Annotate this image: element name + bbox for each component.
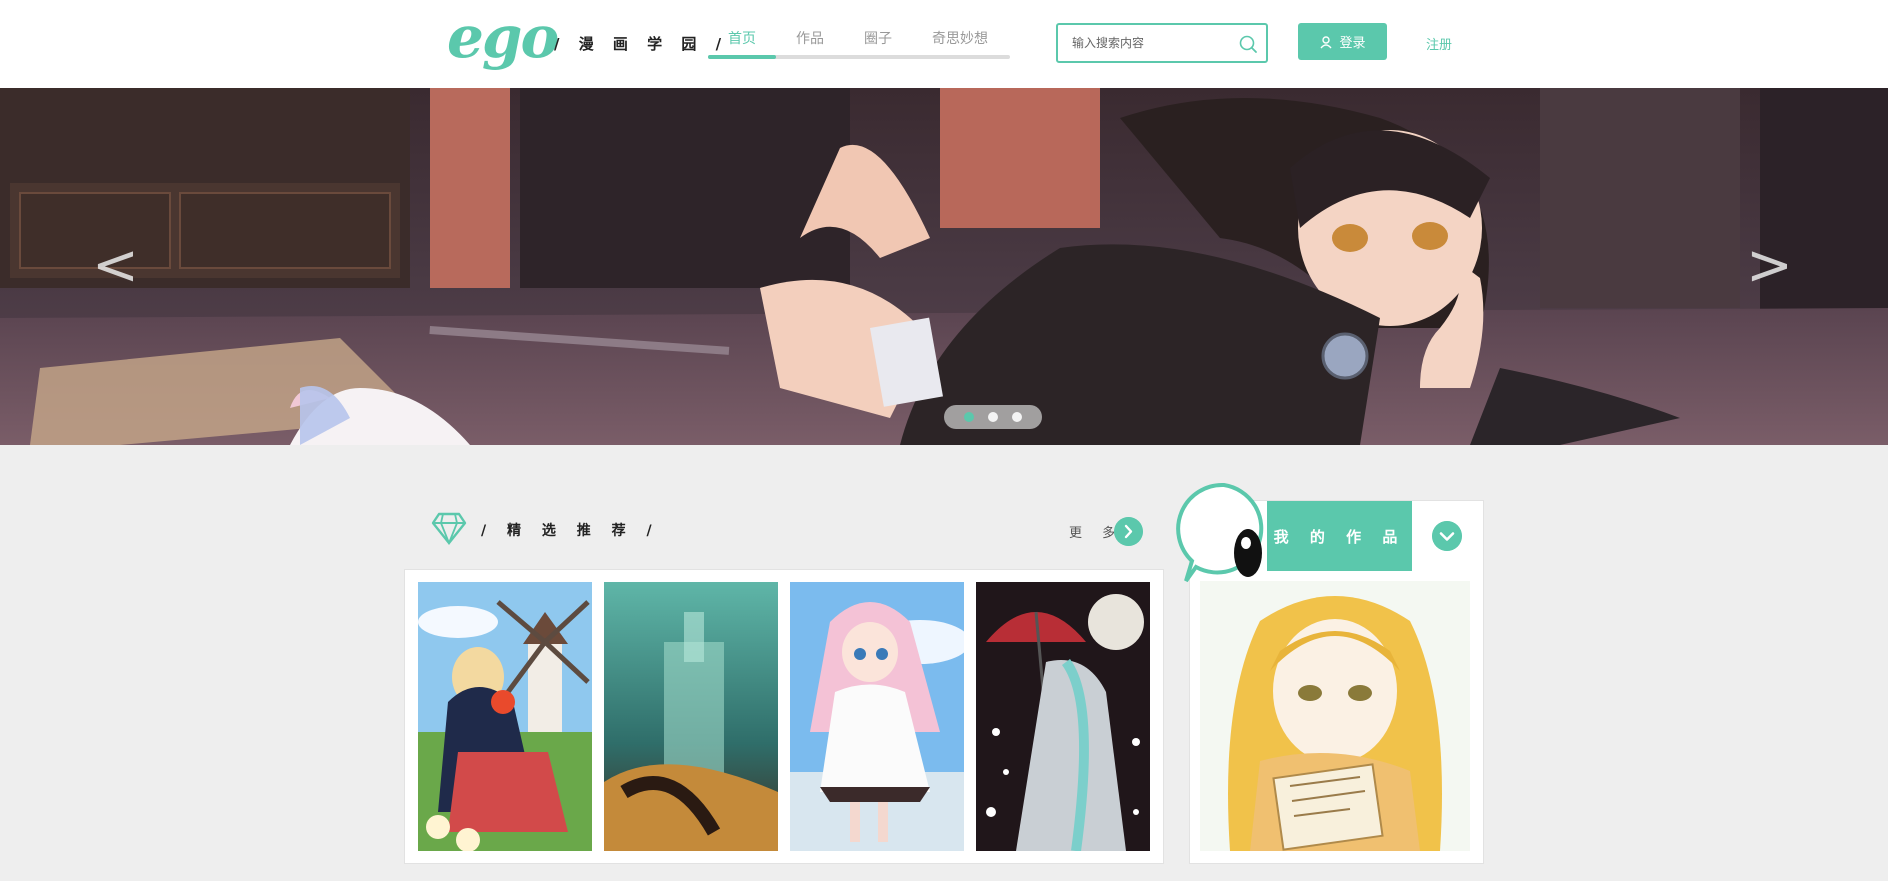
featured-title: / 精 选 推 荐 / (481, 523, 660, 539)
nav-active-indicator (708, 55, 776, 59)
site-slogan: / 漫 画 学 园 / (554, 35, 729, 53)
logo[interactable]: ego (447, 8, 559, 66)
banner-dot-3[interactable] (1012, 412, 1022, 422)
register-link[interactable]: 注册 (1426, 34, 1452, 53)
banner-prev-button[interactable]: < (92, 238, 139, 294)
banner-dot-1[interactable] (964, 412, 974, 422)
nav-circle[interactable]: 圈子 (864, 28, 892, 48)
login-label: 登录 (1339, 36, 1366, 51)
banner-pagination (944, 405, 1042, 429)
nav-works[interactable]: 作品 (796, 28, 824, 48)
nav-ideas[interactable]: 奇思妙想 (932, 28, 988, 48)
my-works-image[interactable] (1200, 581, 1470, 851)
banner-dot-2[interactable] (988, 412, 998, 422)
chevron-down-icon[interactable] (1432, 521, 1462, 551)
hero-banner: < > (0, 88, 1888, 445)
diamond-icon (431, 512, 467, 545)
search-input[interactable] (1072, 34, 1232, 52)
nav-home[interactable]: 首页 (728, 28, 756, 48)
featured-image-1[interactable] (418, 582, 592, 851)
featured-image-2[interactable] (604, 582, 778, 851)
header: ego / 漫 画 学 园 / 首页 作品 圈子 奇思妙想 登录 注册 (0, 0, 1888, 88)
featured-image-4[interactable] (976, 582, 1150, 851)
login-button[interactable]: 登录 (1298, 23, 1387, 60)
avatar[interactable] (1176, 481, 1272, 591)
banner-illustration (0, 88, 1888, 445)
search-box (1056, 23, 1268, 63)
user-icon (1320, 35, 1333, 48)
featured-gallery (404, 569, 1164, 864)
featured-image-3[interactable] (790, 582, 964, 851)
banner-next-button[interactable]: > (1746, 238, 1793, 294)
main-nav: 首页 作品 圈子 奇思妙想 (708, 0, 1010, 60)
chevron-right-icon[interactable] (1114, 517, 1143, 546)
search-icon[interactable] (1238, 34, 1258, 54)
my-works-tab[interactable]: 我 的 作 品 (1267, 501, 1412, 571)
